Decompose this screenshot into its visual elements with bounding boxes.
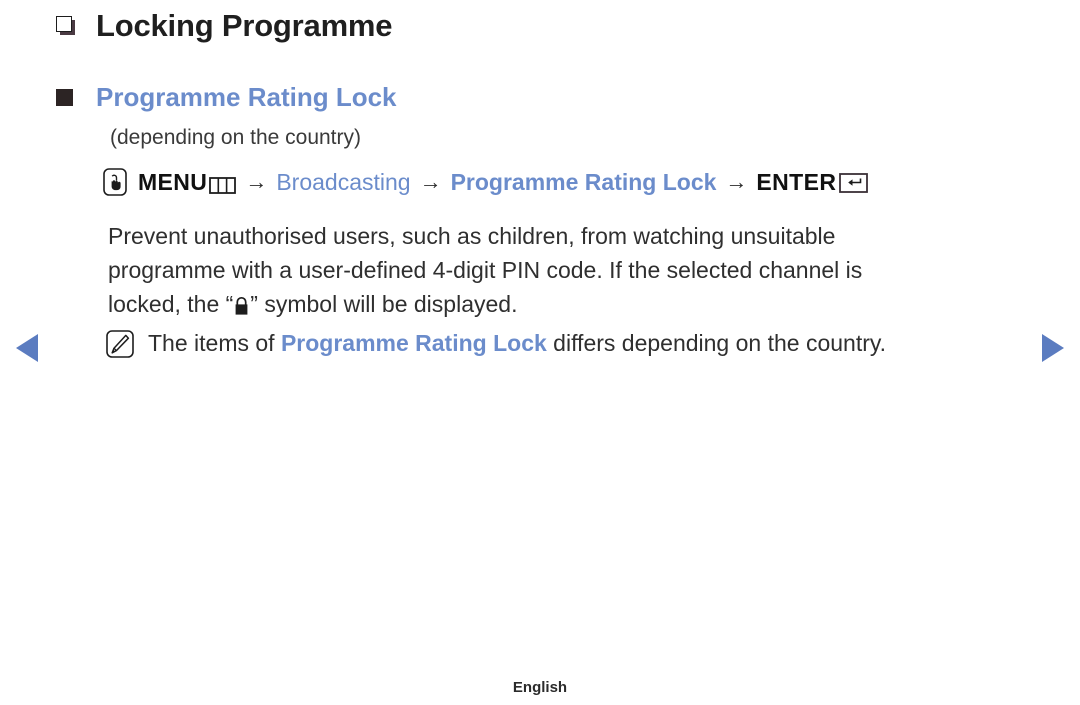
enter-label: ENTER bbox=[756, 168, 837, 195]
note-row: The items of Programme Rating Lock diffe… bbox=[106, 328, 886, 358]
body-paragraph: Prevent unauthorised users, such as chil… bbox=[108, 219, 938, 321]
section-heading-row: Programme Rating Lock bbox=[56, 84, 397, 110]
section-heading: Programme Rating Lock bbox=[96, 82, 397, 112]
menu-path: MENU → Broadcasting → Programme Rating L… bbox=[103, 168, 869, 196]
padlock-icon bbox=[234, 290, 249, 315]
previous-page-arrow[interactable] bbox=[16, 334, 38, 362]
menu-cells-icon bbox=[209, 175, 237, 194]
note-text: The items of Programme Rating Lock diffe… bbox=[148, 328, 886, 358]
manual-page: Locking Programme Programme Rating Lock … bbox=[0, 0, 1080, 705]
path-separator-3: → bbox=[725, 169, 748, 194]
page-title-row: Locking Programme bbox=[56, 8, 393, 43]
note-highlight: Programme Rating Lock bbox=[280, 330, 547, 356]
note-text-prefix: The items of bbox=[148, 330, 281, 356]
path-step-broadcasting: Broadcasting bbox=[276, 168, 411, 195]
path-separator-1: → bbox=[245, 169, 268, 194]
press-hand-icon bbox=[103, 168, 127, 196]
menu-label: MENU bbox=[138, 168, 208, 195]
note-text-suffix: differs depending on the country. bbox=[546, 330, 887, 356]
next-page-arrow[interactable] bbox=[1042, 334, 1064, 362]
path-step-programme-rating-lock: Programme Rating Lock bbox=[450, 168, 717, 195]
title-bullet-icon bbox=[56, 15, 76, 36]
section-bullet-icon bbox=[56, 88, 73, 106]
enter-key-icon bbox=[839, 173, 869, 193]
body-text-part2: ” symbol will be displayed. bbox=[250, 291, 518, 317]
menu-path-text: MENU → Broadcasting → Programme Rating L… bbox=[138, 168, 869, 195]
page-title: Locking Programme bbox=[96, 8, 393, 43]
note-pen-icon bbox=[106, 330, 134, 358]
footer-language: English bbox=[512, 679, 568, 696]
path-separator-2: → bbox=[419, 169, 442, 194]
section-subnote: (depending on the country) bbox=[110, 126, 362, 149]
